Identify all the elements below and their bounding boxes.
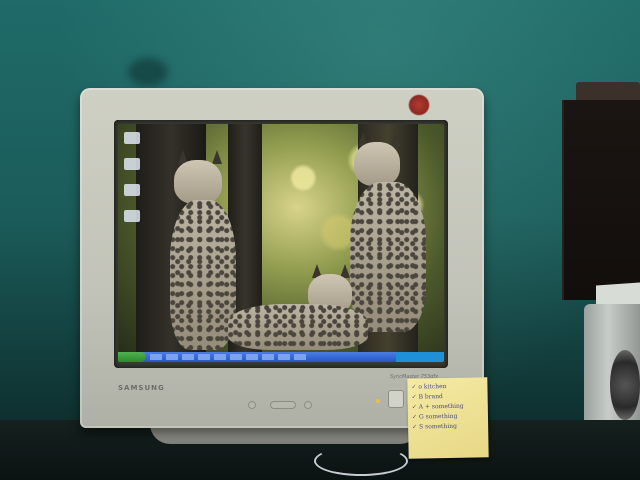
desktop-shortcut-icon[interactable]: [124, 132, 140, 144]
desktop-shortcut-icon[interactable]: [124, 158, 140, 170]
lynx-body: [170, 200, 236, 350]
monitor-screen: [118, 124, 444, 362]
monitor-brand: SAMSUNG: [118, 384, 165, 392]
lynx-ear: [390, 132, 400, 146]
speaker-cone: [610, 350, 640, 420]
power-button[interactable]: [388, 390, 404, 408]
desktop-shortcut-icon[interactable]: [124, 210, 140, 222]
dark-shelf: [562, 100, 640, 300]
lynx-head: [174, 160, 222, 204]
lynx-lying: [228, 264, 368, 354]
lynx-ear: [212, 150, 222, 164]
control-button[interactable]: [248, 401, 256, 409]
taskbar-items[interactable]: [150, 354, 310, 360]
start-button[interactable]: [118, 352, 146, 362]
control-button[interactable]: [304, 401, 312, 409]
crt-monitor: SAMSUNG SyncMaster 753dfx: [80, 88, 484, 428]
control-rocker[interactable]: [270, 401, 296, 409]
desktop-icons: [124, 132, 144, 236]
brand-logo-icon: [408, 94, 430, 116]
lynx-head: [354, 142, 400, 186]
lynx-body: [228, 304, 368, 350]
system-tray[interactable]: [396, 352, 444, 362]
monitor-controls: [248, 398, 318, 412]
photo-scene: SAMSUNG SyncMaster 753dfx ✓ o kitchen ✓ …: [0, 0, 640, 480]
wall-stain: [128, 58, 168, 86]
note-line: ✓ S something: [412, 422, 458, 431]
cable: [314, 446, 408, 476]
desktop-shortcut-icon[interactable]: [124, 184, 140, 196]
taskbar: [118, 352, 444, 362]
power-led: [376, 399, 380, 403]
sticky-note: ✓ o kitchen ✓ B brand ✓ A + something ✓ …: [407, 377, 489, 459]
